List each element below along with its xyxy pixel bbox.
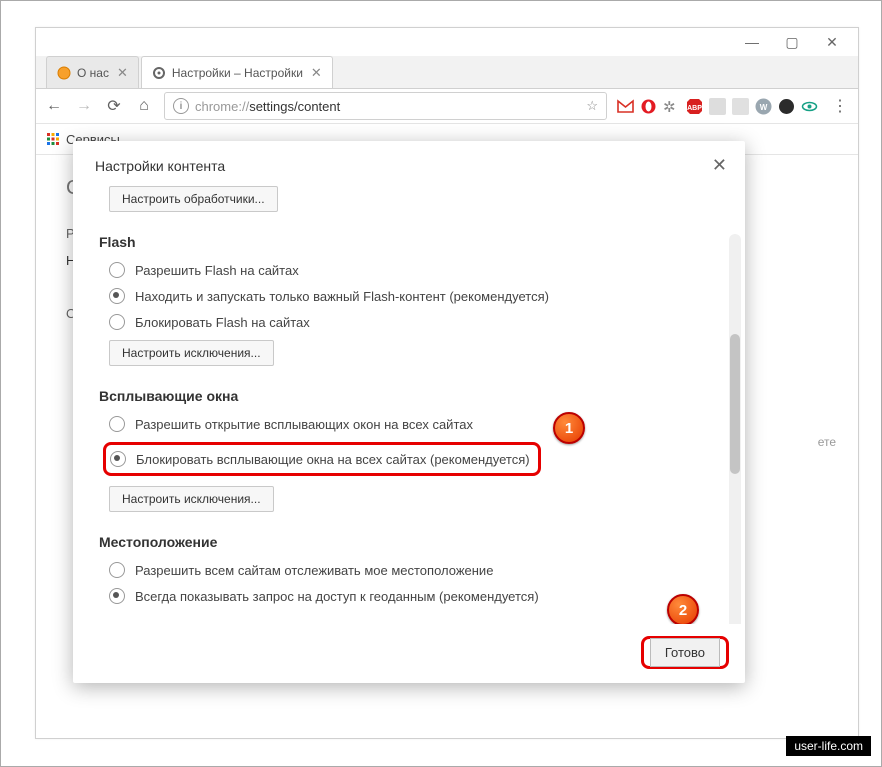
vk-icon[interactable]: W — [755, 98, 772, 115]
paw-icon[interactable]: ✲ — [663, 98, 680, 115]
tab-about[interactable]: О нас ✕ — [46, 56, 139, 88]
back-button[interactable]: ← — [44, 96, 64, 116]
dialog-title: Настройки контента — [95, 158, 225, 174]
radio-label: Разрешить всем сайтам отслеживать мое ме… — [135, 563, 493, 578]
section-location: Местоположение — [99, 534, 713, 550]
orange-favicon-icon — [57, 66, 71, 80]
radio-label: Разрешить открытие всплывающих окон на в… — [135, 417, 473, 432]
radio-label: Блокировать Flash на сайтах — [135, 315, 310, 330]
radio-label: Находить и запускать только важный Flash… — [135, 289, 549, 304]
extension-icon[interactable] — [709, 98, 726, 115]
opera-icon[interactable] — [640, 98, 657, 115]
scrollbar-thumb[interactable] — [730, 334, 740, 474]
flash-allow-radio[interactable]: Разрешить Flash на сайтах — [109, 262, 713, 278]
apps-icon[interactable] — [46, 132, 60, 146]
svg-text:W: W — [760, 103, 768, 112]
gmail-icon[interactable] — [617, 98, 634, 115]
radio-label: Разрешить Flash на сайтах — [135, 263, 299, 278]
extension-icon[interactable] — [732, 98, 749, 115]
star-icon[interactable]: ☆ — [586, 98, 598, 114]
popups-exceptions-button[interactable]: Настроить исключения... — [109, 486, 274, 512]
tab-settings[interactable]: Настройки – Настройки ✕ — [141, 56, 333, 88]
home-button[interactable]: ⌂ — [134, 96, 154, 116]
done-button[interactable]: Готово — [650, 638, 720, 667]
flash-block-radio[interactable]: Блокировать Flash на сайтах — [109, 314, 713, 330]
menu-button[interactable]: ⋮ — [830, 96, 850, 116]
flash-detect-radio[interactable]: Находить и запускать только важный Flash… — [109, 288, 713, 304]
watermark: user-life.com — [786, 736, 871, 756]
location-ask-radio[interactable]: Всегда показывать запрос на доступ к гео… — [109, 588, 713, 604]
window-close-button[interactable]: ✕ — [812, 28, 852, 56]
radio-label: Всегда показывать запрос на доступ к гео… — [135, 589, 539, 604]
annotation-badge-2: 2 — [667, 594, 699, 624]
forward-button[interactable]: → — [74, 96, 94, 116]
tab-label: Настройки – Настройки — [172, 66, 303, 80]
location-allow-radio[interactable]: Разрешить всем сайтам отслеживать мое ме… — [109, 562, 713, 578]
close-icon[interactable]: ✕ — [311, 65, 322, 81]
close-icon[interactable]: ✕ — [117, 65, 128, 81]
flash-exceptions-button[interactable]: Настроить исключения... — [109, 340, 274, 366]
maximize-button[interactable]: ▢ — [772, 28, 812, 56]
section-popups: Всплывающие окна — [99, 388, 713, 404]
info-icon[interactable]: i — [173, 98, 189, 114]
section-flash: Flash — [99, 234, 713, 250]
content-settings-dialog: Настройки контента ✕ Настроить обработчи… — [73, 141, 745, 683]
extensions-row: ✲ ABP W ⋮ — [617, 96, 850, 116]
configure-handlers-button[interactable]: Настроить обработчики... — [109, 186, 278, 212]
truncated-text: ете — [818, 435, 836, 449]
eye-icon[interactable] — [801, 98, 818, 115]
toolbar: ← → ⟳ ⌂ i chrome://settings/content ☆ ✲ … — [36, 89, 858, 124]
popups-block-radio[interactable]: Блокировать всплывающие окна на всех сай… — [110, 451, 530, 467]
minimize-button[interactable]: — — [732, 28, 772, 56]
url-text: chrome://settings/content — [195, 99, 580, 114]
reload-button[interactable]: ⟳ — [104, 96, 124, 116]
annotation-badge-1: 1 — [553, 412, 585, 444]
scrollbar[interactable] — [729, 234, 741, 624]
address-bar[interactable]: i chrome://settings/content ☆ — [164, 92, 607, 120]
dialog-close-button[interactable]: ✕ — [712, 155, 727, 176]
compass-icon[interactable] — [778, 98, 795, 115]
window-controls: — ▢ ✕ — [36, 28, 858, 56]
popups-allow-radio[interactable]: Разрешить открытие всплывающих окон на в… — [109, 416, 713, 432]
gear-icon — [152, 66, 166, 80]
svg-text:ABP: ABP — [687, 105, 702, 112]
tab-label: О нас — [77, 66, 109, 80]
radio-label: Блокировать всплывающие окна на всех сай… — [136, 452, 530, 467]
done-highlight: Готово — [641, 636, 729, 669]
tab-strip: О нас ✕ Настройки – Настройки ✕ — [36, 56, 858, 89]
adblock-icon[interactable]: ABP — [686, 98, 703, 115]
